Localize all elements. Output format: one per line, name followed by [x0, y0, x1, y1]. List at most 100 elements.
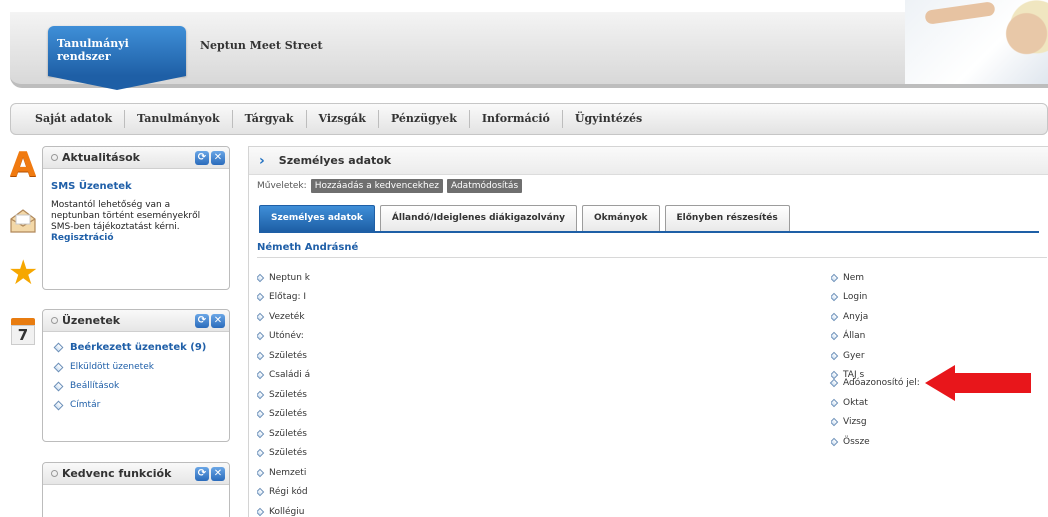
messages-directory-link[interactable]: Címtár	[51, 400, 221, 410]
news-item-title[interactable]: SMS Üzenetek	[51, 181, 221, 192]
messages-portlet-title: Üzenetek	[62, 314, 121, 327]
close-icon[interactable]: ✕	[211, 466, 225, 481]
diamond-bullet-icon	[831, 332, 839, 341]
diamond-bullet-icon	[257, 273, 265, 282]
header-promo-image	[905, 0, 1048, 84]
circle-bullet-icon	[51, 317, 58, 324]
field-row: Családi á	[257, 366, 327, 386]
diamond-bullet-icon	[257, 371, 265, 380]
diamond-bullet-icon	[257, 390, 265, 399]
favorites-star-icon[interactable]: ★	[8, 256, 38, 290]
diamond-bullet-icon	[53, 342, 64, 353]
red-pointer-arrow-icon	[925, 365, 1031, 401]
diamond-bullet-icon	[53, 381, 64, 391]
field-row: Kollégiu	[257, 502, 327, 517]
messages-settings-link[interactable]: Beállítások	[51, 381, 221, 391]
field-row: Neptun k	[257, 268, 327, 288]
diamond-bullet-icon	[829, 379, 839, 388]
diamond-bullet-icon	[53, 400, 64, 410]
right-field-list-top: Nem Login Anyja Állan Gyer TAJ s	[831, 268, 871, 385]
field-row: Születés	[257, 424, 327, 444]
brand-tab-pointer	[48, 76, 186, 90]
nav-item-ugyintezes[interactable]: Ügyintézés	[563, 110, 654, 128]
diamond-bullet-icon	[257, 351, 265, 360]
add-to-favorites-button[interactable]: Hozzáadás a kedvencekhez	[310, 179, 443, 193]
personal-data-panel: › Személyes adatok Műveletek: Hozzáadás …	[248, 146, 1048, 517]
nav-item-tanulmanyok[interactable]: Tanulmányok	[125, 110, 233, 128]
messages-inbox-link[interactable]: Beérkezett üzenetek (9)	[51, 342, 221, 353]
messages-portlet: Üzenetek ⟳ ✕ Beérkezett üzenetek (9) Elk…	[42, 309, 230, 442]
field-row: Login	[831, 288, 871, 308]
field-row: Születés	[257, 405, 327, 425]
field-row: Nemzeti	[257, 463, 327, 483]
nav-item-sajat-adatok[interactable]: Saját adatok	[23, 110, 126, 128]
diamond-bullet-icon	[257, 429, 265, 438]
diamond-bullet-icon	[53, 362, 64, 372]
diamond-bullet-icon	[257, 488, 265, 497]
field-row: Születés	[257, 385, 327, 405]
tab-preferences[interactable]: Előnyben részesítés	[664, 205, 790, 231]
nav-item-informacio[interactable]: Információ	[470, 110, 563, 128]
site-name: Neptun Meet Street	[200, 39, 323, 52]
nav-item-vizsgak[interactable]: Vizsgák	[307, 110, 379, 128]
field-row: Gyer	[831, 346, 871, 366]
close-icon[interactable]: ✕	[211, 313, 225, 328]
person-name: Németh Andrásné	[257, 242, 359, 253]
divider	[257, 257, 1047, 258]
chevron-right-icon: ›	[259, 152, 265, 169]
diamond-bullet-icon	[831, 312, 839, 321]
favorites-portlet-title: Kedvenc funkciók	[62, 467, 172, 480]
registration-link[interactable]: Regisztráció	[51, 233, 221, 243]
edit-data-button[interactable]: Adatmódosítás	[446, 179, 523, 193]
news-a-icon[interactable]: A	[8, 148, 38, 182]
diamond-bullet-icon	[831, 273, 839, 282]
news-portlet-header: Aktualitások ⟳ ✕	[43, 147, 229, 169]
promo-arm-shape	[924, 1, 996, 25]
refresh-icon[interactable]: ⟳	[195, 466, 209, 481]
calendar-icon[interactable]: 7	[8, 318, 38, 348]
messages-sent-link[interactable]: Elküldött üzenetek	[51, 362, 221, 372]
calendar-top	[11, 318, 35, 325]
tab-documents[interactable]: Okmányok	[581, 205, 660, 231]
refresh-icon[interactable]: ⟳	[195, 313, 209, 328]
close-icon[interactable]: ✕	[211, 150, 225, 165]
news-portlet: Aktualitások ⟳ ✕ SMS Üzenetek Mostantól …	[42, 146, 230, 290]
favorites-portlet: Kedvenc funkciók ⟳ ✕	[42, 462, 230, 517]
diamond-bullet-icon	[257, 410, 265, 419]
diamond-bullet-icon	[257, 507, 265, 516]
circle-bullet-icon	[51, 154, 58, 161]
tab-student-id-card[interactable]: Állandó/Ideiglenes diákigazolvány	[379, 205, 577, 231]
operations-label: Műveletek:	[257, 181, 307, 191]
field-row: Születés	[257, 444, 327, 464]
field-row: Állan	[831, 327, 871, 347]
nav-item-penzugyek[interactable]: Pénzügyek	[379, 110, 470, 128]
panel-title: Személyes adatok	[278, 154, 392, 167]
tab-underline	[259, 231, 1039, 233]
tax-id-field: Adóazonosító jel:	[829, 374, 920, 394]
diamond-bullet-icon	[831, 437, 839, 446]
refresh-icon[interactable]: ⟳	[195, 150, 209, 165]
field-row: Össze	[831, 432, 871, 452]
field-row: Utónév:	[257, 327, 327, 347]
diamond-bullet-icon	[831, 293, 839, 302]
main-navigation: Saját adatok Tanulmányok Tárgyak Vizsgák…	[10, 103, 1048, 135]
envelope-icon[interactable]	[8, 206, 38, 236]
news-item-text: Mostantól lehetőség van a neptunban tört…	[51, 200, 201, 232]
nav-item-targyak[interactable]: Tárgyak	[233, 110, 307, 128]
diamond-bullet-icon	[257, 312, 265, 321]
diamond-bullet-icon	[257, 332, 265, 341]
diamond-bullet-icon	[831, 398, 839, 407]
diamond-bullet-icon	[257, 449, 265, 458]
diamond-bullet-icon	[257, 468, 265, 477]
header-bar: Tanulmányi rendszer Neptun Meet Street	[10, 12, 1048, 90]
right-field-list-bottom: Oktat Vizsg Össze	[831, 393, 871, 452]
field-row: Régi kód	[257, 483, 327, 503]
field-row: Vizsg	[831, 413, 871, 433]
system-brand-tab[interactable]: Tanulmányi rendszer	[48, 26, 186, 76]
news-portlet-title: Aktualitások	[62, 151, 140, 164]
field-row: Születés	[257, 346, 327, 366]
tab-personal-data[interactable]: Személyes adatok	[259, 205, 375, 231]
panel-tabs: Személyes adatok Állandó/Ideiglenes diák…	[259, 205, 795, 231]
messages-portlet-header: Üzenetek ⟳ ✕	[43, 310, 229, 332]
field-row: Anyja	[831, 307, 871, 327]
